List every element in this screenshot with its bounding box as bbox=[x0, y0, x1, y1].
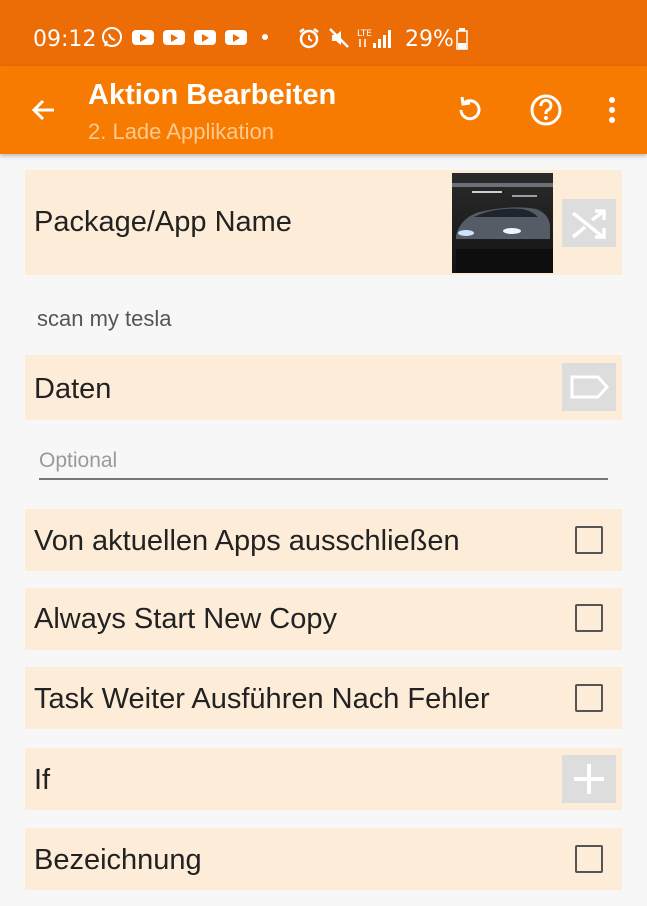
page-title: Aktion Bearbeiten bbox=[88, 79, 337, 111]
notification-icons bbox=[101, 26, 268, 48]
svg-text:LTE: LTE bbox=[357, 29, 372, 39]
tag-button[interactable] bbox=[562, 363, 616, 411]
exclude-recent-label: Von aktuellen Apps ausschließen bbox=[34, 525, 460, 557]
back-arrow-icon[interactable] bbox=[28, 94, 60, 126]
status-time: 09:12 bbox=[33, 27, 97, 52]
plus-icon bbox=[574, 764, 604, 794]
mute-icon bbox=[329, 28, 349, 48]
system-icons: LTE bbox=[297, 26, 393, 50]
help-icon[interactable] bbox=[528, 92, 564, 128]
always-new-copy-checkbox[interactable] bbox=[575, 604, 603, 632]
tag-icon bbox=[570, 375, 610, 399]
youtube-icon bbox=[194, 29, 216, 45]
label-row[interactable]: Bezeichnung bbox=[25, 828, 622, 890]
alarm-icon bbox=[299, 28, 319, 49]
battery-percent: 29% bbox=[405, 27, 454, 52]
continue-after-error-row[interactable]: Task Weiter Ausführen Nach Fehler bbox=[25, 667, 622, 729]
status-bar: 09:12 LTE 29% bbox=[0, 0, 647, 66]
label-label: Bezeichnung bbox=[34, 844, 202, 876]
battery-icon bbox=[456, 28, 468, 50]
exclude-recent-checkbox[interactable] bbox=[575, 526, 603, 554]
exclude-recent-row[interactable]: Von aktuellen Apps ausschließen bbox=[25, 509, 622, 571]
shuffle-icon bbox=[571, 209, 606, 239]
continue-after-error-checkbox[interactable] bbox=[575, 684, 603, 712]
if-condition-row[interactable]: If bbox=[25, 748, 622, 810]
youtube-icon bbox=[225, 29, 247, 45]
continue-after-error-label: Task Weiter Ausführen Nach Fehler bbox=[34, 683, 490, 715]
youtube-icon bbox=[163, 29, 185, 45]
shuffle-button[interactable] bbox=[562, 199, 616, 247]
youtube-icon bbox=[132, 29, 154, 45]
more-notifications-dot-icon bbox=[262, 34, 268, 40]
app-bar: Aktion Bearbeiten 2. Lade Applikation bbox=[0, 66, 647, 154]
app-icon-image[interactable] bbox=[452, 173, 553, 273]
label-checkbox[interactable] bbox=[575, 845, 603, 873]
package-app-value: scan my tesla bbox=[37, 306, 172, 331]
reset-icon[interactable] bbox=[452, 92, 488, 128]
if-label: If bbox=[34, 764, 51, 796]
data-row[interactable]: Daten bbox=[25, 355, 622, 420]
lte-signal-icon: LTE bbox=[357, 29, 391, 48]
package-app-label: Package/App Name bbox=[34, 206, 292, 238]
data-input[interactable] bbox=[39, 443, 608, 480]
page-subtitle: 2. Lade Applikation bbox=[88, 119, 274, 144]
whatsapp-icon bbox=[102, 27, 122, 47]
add-condition-button[interactable] bbox=[562, 755, 616, 803]
more-options-icon[interactable] bbox=[594, 92, 630, 128]
data-label: Daten bbox=[34, 373, 112, 405]
always-new-copy-row[interactable]: Always Start New Copy bbox=[25, 588, 622, 650]
always-new-copy-label: Always Start New Copy bbox=[34, 603, 337, 635]
